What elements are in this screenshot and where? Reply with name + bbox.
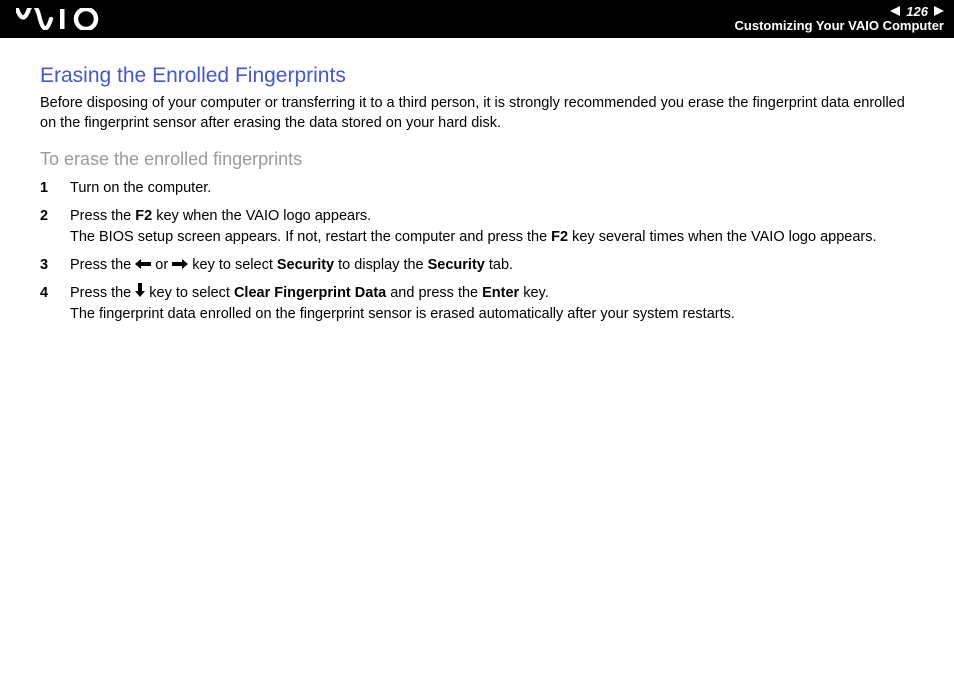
page-title: Erasing the Enrolled Fingerprints <box>40 64 914 88</box>
step-number: 2 <box>40 206 70 226</box>
header-nav: 126 Customizing Your VAIO Computer <box>735 3 944 36</box>
arrow-down-icon <box>135 283 145 303</box>
arrow-right-icon <box>172 255 188 275</box>
page-number: 126 <box>906 5 928 19</box>
section-label: Customizing Your VAIO Computer <box>735 19 944 33</box>
vaio-logo <box>16 8 116 30</box>
page-content: Erasing the Enrolled Fingerprints Before… <box>0 38 954 324</box>
step-number: 4 <box>40 283 70 303</box>
step-body: Press the F2 key when the VAIO logo appe… <box>70 206 914 247</box>
nav-next-icon[interactable] <box>934 5 944 19</box>
step-body: Press the key to select Clear Fingerprin… <box>70 283 914 324</box>
procedure-heading: To erase the enrolled fingerprints <box>40 149 914 170</box>
step-1: 1 Turn on the computer. <box>40 178 914 198</box>
step-body: Turn on the computer. <box>70 178 914 198</box>
step-number: 1 <box>40 178 70 198</box>
arrow-left-icon <box>135 255 151 275</box>
step-3: 3 Press the or key to select Security to… <box>40 255 914 275</box>
step-number: 3 <box>40 255 70 275</box>
intro-paragraph: Before disposing of your computer or tra… <box>40 94 914 133</box>
step-body: Press the or key to select Security to d… <box>70 255 914 275</box>
step-4: 4 Press the key to select Clear Fingerpr… <box>40 283 914 324</box>
nav-prev-icon[interactable] <box>890 5 900 19</box>
header-bar: 126 Customizing Your VAIO Computer <box>0 0 954 38</box>
step-2: 2 Press the F2 key when the VAIO logo ap… <box>40 206 914 247</box>
steps-list: 1 Turn on the computer. 2 Press the F2 k… <box>40 178 914 324</box>
